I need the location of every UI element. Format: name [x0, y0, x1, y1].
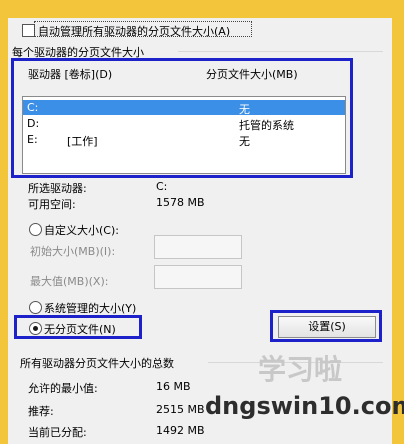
free-space-value: 1578 MB	[156, 196, 205, 209]
selected-drive-label: 所选驱动器:	[28, 182, 87, 195]
window-frame-top	[0, 0, 404, 18]
selected-drive-value: C:	[156, 180, 168, 193]
no-paging-highlight	[14, 315, 142, 339]
recommended-value: 2515 MB	[156, 403, 205, 416]
drive-list-highlight	[11, 58, 353, 178]
system-managed-label[interactable]: 系统管理的大小(Y)	[44, 300, 136, 316]
section-divider	[178, 51, 383, 52]
current-allocated-label: 当前已分配:	[28, 426, 87, 439]
custom-size-radio[interactable]	[29, 223, 42, 236]
custom-size-label[interactable]: 自定义大小(C):	[44, 222, 119, 238]
window-frame-right	[392, 0, 404, 444]
system-managed-radio[interactable]	[29, 301, 42, 314]
max-size-label: 最大值(MB)(X):	[30, 275, 109, 288]
min-allowed-label: 允许的最小值:	[28, 382, 98, 395]
watermark-url: dngswin10.com	[205, 392, 404, 420]
current-allocated-value: 1492 MB	[156, 424, 205, 437]
initial-size-input[interactable]	[154, 235, 242, 259]
set-button-highlight	[270, 310, 382, 342]
initial-size-label: 初始大小(MB)(I):	[30, 245, 116, 258]
recommended-label: 推荐:	[28, 405, 54, 418]
focus-rect	[34, 21, 252, 37]
min-allowed-value: 16 MB	[156, 380, 191, 393]
totals-section-title: 所有驱动器分页文件大小的总数	[20, 357, 174, 370]
watermark-chinese: 学习啦	[258, 353, 343, 386]
max-size-input[interactable]	[154, 265, 242, 289]
free-space-label: 可用空间:	[28, 198, 76, 211]
window-frame-left	[0, 0, 8, 444]
